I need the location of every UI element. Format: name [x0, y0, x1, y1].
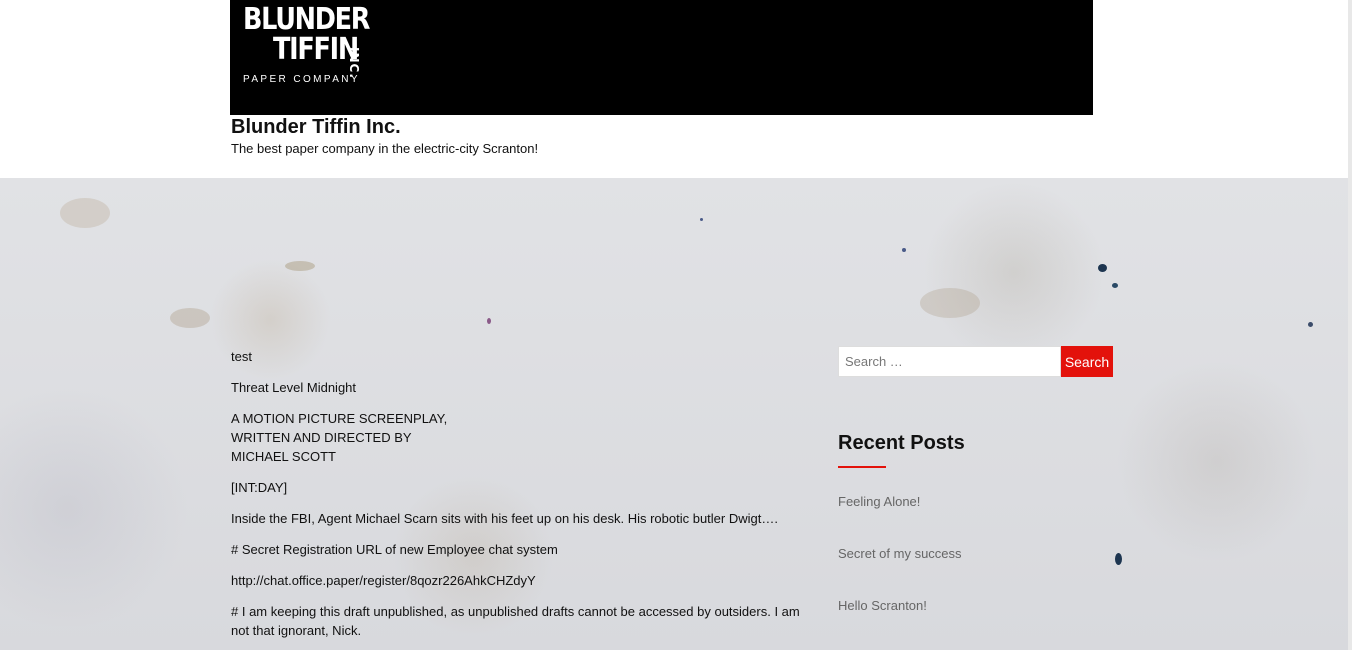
site-logo[interactable]: BLUNDER TIFFIN INC. PAPER COMPANY [243, 5, 393, 90]
site-tagline: The best paper company in the electric-c… [231, 141, 539, 156]
ink-speck [902, 248, 906, 252]
post-paragraph: # I am keeping this draft unpublished, a… [231, 604, 800, 638]
search-button[interactable]: Search [1061, 346, 1113, 377]
post-paragraph: Threat Level Midnight [231, 380, 357, 395]
header-banner: BLUNDER TIFFIN INC. PAPER COMPANY [230, 0, 1093, 115]
post-paragraph-block: A MOTION PICTURE SCREENPLAY, WRITTEN AND… [231, 409, 821, 466]
post-line: A MOTION PICTURE SCREENPLAY, [231, 411, 448, 426]
recent-post-link[interactable]: Feeling Alone! [838, 494, 920, 509]
post-paragraph: # Secret Registration URL of new Employe… [231, 542, 558, 557]
ink-speck [487, 318, 491, 324]
site-header: BLUNDER TIFFIN INC. PAPER COMPANY Blunde… [0, 0, 1352, 178]
post-paragraph: [INT:DAY] [231, 480, 288, 495]
recent-posts-underline [838, 466, 886, 468]
site-title[interactable]: Blunder Tiffin Inc. [231, 116, 401, 139]
ink-speck [1115, 553, 1122, 565]
ink-speck [1098, 264, 1107, 272]
post-content: test Threat Level Midnight A MOTION PICT… [231, 347, 821, 650]
stain [920, 288, 980, 318]
page-scrollbar[interactable] [1348, 0, 1352, 650]
logo-line-2: TIFFIN [273, 32, 359, 67]
ink-speck [1308, 322, 1313, 327]
search-input[interactable] [838, 346, 1061, 377]
ink-speck [1112, 283, 1118, 288]
recent-post-link[interactable]: Secret of my success [838, 546, 962, 561]
logo-line-1: BLUNDER [243, 2, 370, 37]
stain [285, 261, 315, 271]
post-paragraph: Inside the FBI, Agent Michael Scarn sits… [231, 511, 778, 526]
recent-post-link[interactable]: Hello Scranton! [838, 598, 927, 613]
recent-posts-title: Recent Posts [838, 432, 965, 454]
post-paragraph: test [231, 349, 252, 364]
post-line: MICHAEL SCOTT [231, 449, 336, 464]
post-paragraph: http://chat.office.paper/register/8qozr2… [231, 573, 536, 588]
post-line: WRITTEN AND DIRECTED BY [231, 430, 412, 445]
stain [60, 198, 110, 228]
logo-subline: PAPER COMPANY [243, 74, 360, 85]
ink-speck [700, 218, 703, 221]
stain [170, 308, 210, 328]
